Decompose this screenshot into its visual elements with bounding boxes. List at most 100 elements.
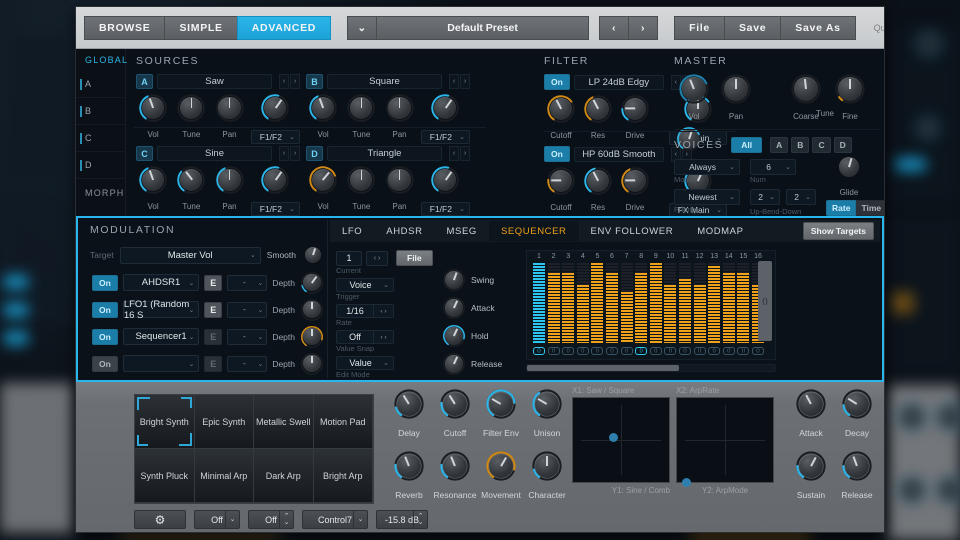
voice-letter-d[interactable]: D (833, 137, 852, 153)
chevron-down-icon[interactable]: ⌄ (225, 511, 239, 528)
smooth-knob[interactable] (302, 244, 324, 266)
seq-step-bar[interactable] (591, 263, 604, 343)
perform-pad-bright-synth[interactable]: Bright Synth (135, 395, 195, 449)
perform-pad-synth-pluck[interactable]: Synth Pluck (135, 449, 195, 503)
source-C-filter-select[interactable]: F1/F2 ⌄ (250, 202, 301, 216)
voice-letter-a[interactable]: A (770, 137, 789, 153)
prev-icon[interactable]: ‹ (449, 146, 459, 161)
glide-rate-button[interactable]: Rate (826, 200, 857, 216)
save-button[interactable]: Save (723, 15, 781, 40)
source-D-pan-knob[interactable] (385, 165, 415, 195)
mod-row-1-depth-knob[interactable] (300, 271, 324, 295)
voice-letter-b[interactable]: B (791, 137, 810, 153)
seq-step-gate[interactable]: ⟨⟩ (533, 347, 545, 355)
seq-current-value[interactable]: 1 (336, 250, 362, 266)
seq-rate-field[interactable]: 1/16 ‹ › (336, 304, 394, 318)
seq-step-bar[interactable] (722, 272, 735, 343)
source-C-wave[interactable]: Sine (157, 146, 272, 161)
perform-filter-env-knob[interactable] (485, 388, 517, 420)
rail-item-d[interactable]: D (76, 152, 125, 179)
show-targets-button[interactable]: Show Targets (802, 222, 874, 240)
master-fine-knob[interactable] (834, 73, 866, 105)
source-D-vol-knob[interactable] (308, 165, 338, 195)
perform-snap-vol-select[interactable]: -15.8 dB ⌃ ⌄ (376, 510, 428, 529)
next-icon[interactable]: › (290, 146, 300, 161)
source-B-wave[interactable]: Square (327, 74, 442, 89)
master-vol-knob[interactable] (678, 73, 710, 105)
source-C-tune-knob[interactable] (176, 165, 206, 195)
mod-row-2-edit-button[interactable]: E (204, 301, 223, 318)
source-C-filter-knob[interactable] (260, 165, 290, 195)
filter-1-drive-knob[interactable] (620, 94, 650, 124)
source-D-wave[interactable]: Triangle (327, 146, 442, 161)
mod-row-4-amount[interactable]: - ⌄ (227, 355, 268, 372)
seq-step-gate[interactable]: ⟨⟩ (562, 347, 575, 355)
bend-down-select[interactable]: 2 ⌄ (786, 189, 816, 205)
voice-letter-c[interactable]: C (812, 137, 831, 153)
seq-swing-knob[interactable] (442, 268, 466, 292)
next-icon[interactable]: › (460, 146, 470, 161)
voice-priority-select[interactable]: Newest ⌄ (674, 189, 740, 205)
seq-step-gate[interactable]: ⟨⟩ (606, 347, 618, 355)
mod-row-2-amount[interactable]: - ⌄ (227, 301, 268, 318)
seq-step-gate[interactable]: ⟨⟩ (649, 347, 662, 355)
filter-2-cutoff-knob[interactable] (546, 166, 576, 196)
seq-step-bar[interactable] (576, 285, 589, 343)
seq-step-gate[interactable]: ⟨⟩ (708, 347, 721, 355)
seq-step-gate[interactable]: ⟨⟩ (693, 347, 706, 355)
perform-pad-dark-arp[interactable]: Dark Arp (254, 449, 314, 503)
filter-2-res-knob[interactable] (583, 166, 613, 196)
perform-release-knob[interactable] (841, 450, 873, 482)
perform-delay-knob[interactable] (393, 388, 425, 420)
seq-step-bar[interactable] (649, 263, 662, 343)
preset-prev-button[interactable]: ‹ (599, 15, 629, 40)
source-B-pan-knob[interactable] (385, 93, 415, 123)
seq-step-gate[interactable]: ⟨⟩ (664, 347, 677, 355)
perform-pad-minimal-arp[interactable]: Minimal Arp (194, 449, 254, 503)
browse-button[interactable]: BROWSE (84, 15, 165, 40)
seq-release-knob[interactable] (442, 352, 466, 376)
mod-row-2-enable[interactable]: On (92, 301, 118, 318)
seq-rate-arrows[interactable]: ‹ › (374, 304, 394, 318)
mod-row-3-edit-button[interactable]: E (204, 328, 223, 345)
source-C-enable[interactable]: C (136, 146, 153, 161)
filter-2-drive-knob[interactable] (620, 166, 650, 196)
seq-step-bar[interactable] (679, 279, 691, 343)
perform-resonance-knob[interactable] (439, 450, 471, 482)
filter-1-res-knob[interactable] (583, 94, 613, 124)
rail-item-c[interactable]: C (76, 125, 125, 152)
glide-knob[interactable] (835, 153, 863, 181)
filter-2-type[interactable]: HP 60dB Smooth (573, 146, 664, 162)
seq-snap-arrows[interactable]: ‹ › (374, 330, 394, 344)
perform-cutoff-knob[interactable] (439, 388, 471, 420)
xy-1-surface[interactable] (572, 397, 670, 483)
source-C-vol-knob[interactable] (138, 165, 168, 195)
seq-step-gate[interactable]: ⟨⟩ (547, 347, 560, 355)
filter-1-cutoff-knob[interactable] (546, 94, 576, 124)
mod-tab-lfo[interactable]: LFO (330, 221, 374, 241)
rail-item-morph[interactable]: MORPH (76, 179, 125, 206)
chevron-down-icon[interactable]: ⌄ (353, 511, 367, 528)
seq-file-button[interactable]: File (396, 250, 433, 266)
sequencer-scrollbar-thumb[interactable] (527, 365, 679, 371)
mod-tab-mseg[interactable]: MSEG (435, 221, 489, 241)
seq-step-gate[interactable]: ⟨⟩ (620, 347, 633, 355)
filter-1-on[interactable]: On (544, 74, 570, 90)
save-as-button[interactable]: Save As (780, 15, 856, 40)
source-D-tune-knob[interactable] (346, 165, 376, 195)
perform-reverb-knob[interactable] (393, 450, 425, 482)
seq-trigger-select[interactable]: Voice ⌄ (336, 278, 394, 292)
preset-next-button[interactable]: › (628, 15, 659, 40)
source-B-filter-knob[interactable] (430, 93, 460, 123)
prev-icon[interactable]: ‹ (449, 74, 459, 89)
seq-step-bar[interactable] (562, 272, 575, 343)
seq-lane-handle[interactable]: ⟨⟩ (758, 261, 772, 341)
mod-row-1-source[interactable]: AHDSR1 ⌄ (122, 274, 200, 291)
master-coarse-knob[interactable] (790, 73, 822, 105)
source-A-enable[interactable]: A (136, 74, 153, 89)
source-A-filter-knob[interactable] (260, 93, 290, 123)
mod-row-1-edit-button[interactable]: E (204, 274, 223, 291)
perform-attack-knob[interactable] (795, 388, 827, 420)
mod-row-3-depth-knob[interactable] (300, 325, 324, 349)
voices-all-button[interactable]: All (731, 137, 763, 153)
